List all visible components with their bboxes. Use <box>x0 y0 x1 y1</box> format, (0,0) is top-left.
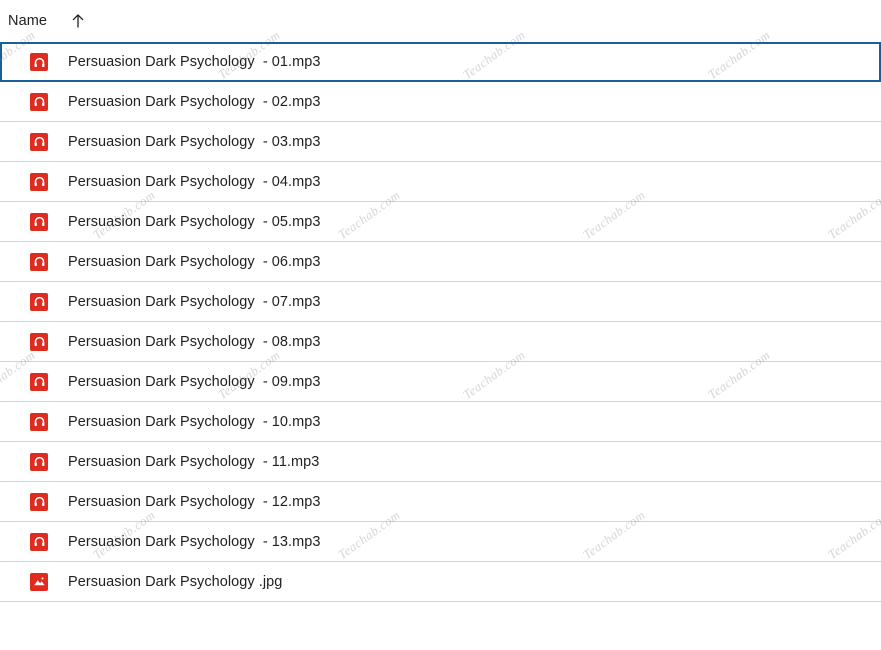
audio-file-icon <box>30 132 48 151</box>
file-row[interactable]: Persuasion Dark Psychology .jpg <box>0 562 881 602</box>
audio-file-icon <box>30 212 48 231</box>
audio-file-icon <box>30 53 48 71</box>
file-row[interactable]: Persuasion Dark Psychology - 07.mp3 <box>0 282 881 322</box>
file-row[interactable]: Persuasion Dark Psychology - 02.mp3 <box>0 82 881 122</box>
audio-file-icon <box>30 372 48 391</box>
file-name-label: Persuasion Dark Psychology - 07.mp3 <box>68 293 321 310</box>
audio-file-icon <box>30 532 48 551</box>
file-row[interactable]: Persuasion Dark Psychology - 12.mp3 <box>0 482 881 522</box>
file-row[interactable]: Persuasion Dark Psychology - 11.mp3 <box>0 442 881 482</box>
audio-file-icon <box>30 412 48 431</box>
image-file-icon <box>30 572 48 591</box>
file-name-label: Persuasion Dark Psychology - 03.mp3 <box>68 133 321 150</box>
file-row[interactable]: Persuasion Dark Psychology - 04.mp3 <box>0 162 881 202</box>
file-row[interactable]: Persuasion Dark Psychology - 01.mp3 <box>0 42 881 82</box>
arrow-up-icon[interactable] <box>69 12 87 30</box>
file-row[interactable]: Persuasion Dark Psychology - 06.mp3 <box>0 242 881 282</box>
audio-file-icon <box>30 332 48 351</box>
file-name-label: Persuasion Dark Psychology - 09.mp3 <box>68 373 321 390</box>
file-row[interactable]: Persuasion Dark Psychology - 10.mp3 <box>0 402 881 442</box>
file-name-label: Persuasion Dark Psychology - 13.mp3 <box>68 533 321 550</box>
column-header-name[interactable]: Name <box>8 13 47 29</box>
file-row[interactable]: Persuasion Dark Psychology - 08.mp3 <box>0 322 881 362</box>
audio-file-icon <box>30 92 48 111</box>
audio-file-icon <box>30 252 48 271</box>
file-row[interactable]: Persuasion Dark Psychology - 05.mp3 <box>0 202 881 242</box>
file-list: Persuasion Dark Psychology - 01.mp3 Persu… <box>0 42 881 602</box>
file-list-header: Name <box>0 0 881 42</box>
file-name-label: Persuasion Dark Psychology - 08.mp3 <box>68 333 321 350</box>
file-row[interactable]: Persuasion Dark Psychology - 03.mp3 <box>0 122 881 162</box>
audio-file-icon <box>30 452 48 471</box>
file-row[interactable]: Persuasion Dark Psychology - 09.mp3 <box>0 362 881 402</box>
file-name-label: Persuasion Dark Psychology .jpg <box>68 573 283 590</box>
file-name-label: Persuasion Dark Psychology - 12.mp3 <box>68 493 321 510</box>
file-name-label: Persuasion Dark Psychology - 06.mp3 <box>68 253 321 270</box>
audio-file-icon <box>30 492 48 511</box>
file-name-label: Persuasion Dark Psychology - 10.mp3 <box>68 413 321 430</box>
file-name-label: Persuasion Dark Psychology - 11.mp3 <box>68 453 320 470</box>
file-row[interactable]: Persuasion Dark Psychology - 13.mp3 <box>0 522 881 562</box>
audio-file-icon <box>30 292 48 311</box>
file-name-label: Persuasion Dark Psychology - 01.mp3 <box>68 54 321 70</box>
file-name-label: Persuasion Dark Psychology - 04.mp3 <box>68 173 321 190</box>
file-name-label: Persuasion Dark Psychology - 05.mp3 <box>68 213 321 230</box>
file-name-label: Persuasion Dark Psychology - 02.mp3 <box>68 93 321 110</box>
audio-file-icon <box>30 172 48 191</box>
